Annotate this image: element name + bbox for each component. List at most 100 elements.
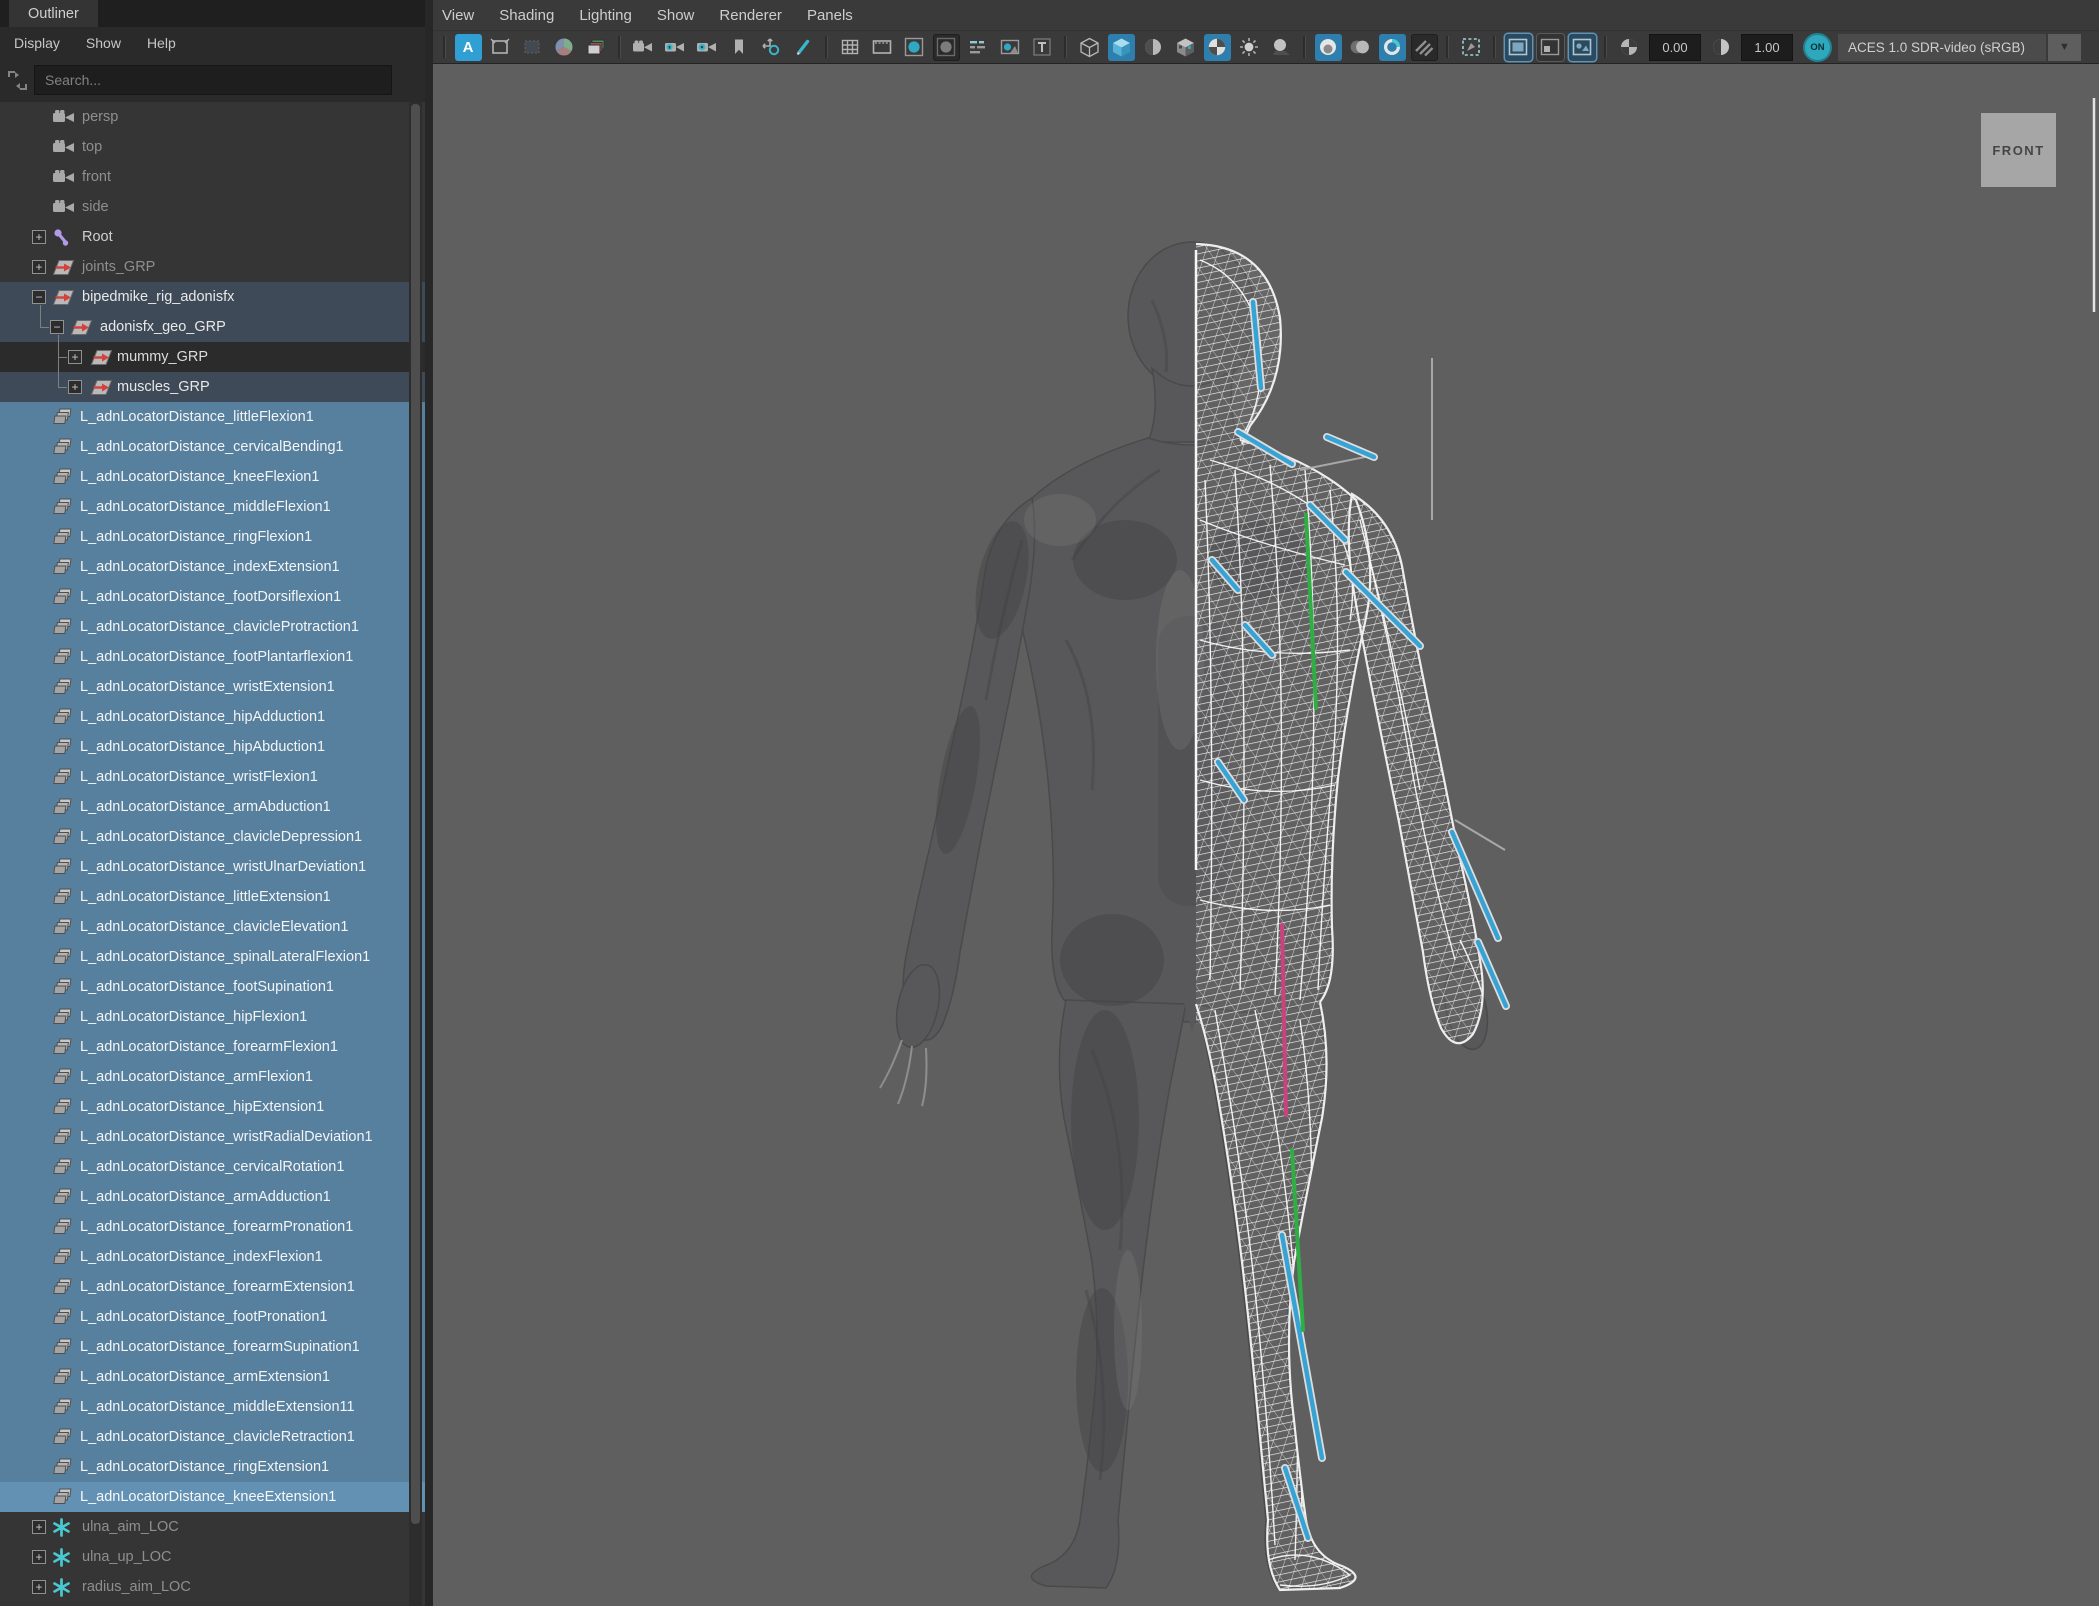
outliner-row[interactable]: L_adnLocatorDistance_clavicleProtraction… xyxy=(0,612,425,642)
viewport-menu-panels[interactable]: Panels xyxy=(807,7,853,24)
stripes-button[interactable] xyxy=(1411,34,1438,61)
outliner-row[interactable]: L_adnLocatorDistance_cervicalBending1 xyxy=(0,432,425,462)
grid-button[interactable] xyxy=(837,34,864,61)
ball-half-button[interactable] xyxy=(1140,34,1167,61)
bookmark-button[interactable] xyxy=(726,34,753,61)
outliner-row[interactable]: front xyxy=(0,162,425,192)
outliner-row[interactable]: −adonisfx_geo_GRP xyxy=(0,312,425,342)
outliner-row[interactable]: L_adnLocatorDistance_indexExtension1 xyxy=(0,552,425,582)
outliner-row[interactable]: L_adnLocatorDistance_ringExtension1 xyxy=(0,1452,425,1482)
grease-pencil-button[interactable] xyxy=(790,34,817,61)
outliner-filter-icon[interactable] xyxy=(0,68,34,93)
view-transform-select[interactable]: ACES 1.0 SDR-video (sRGB) xyxy=(1838,34,2046,61)
outliner-row[interactable]: L_adnLocatorDistance_armAdduction1 xyxy=(0,1182,425,1212)
outliner-row[interactable]: +ulna_up_LOC xyxy=(0,1542,425,1572)
viewport-menu-renderer[interactable]: Renderer xyxy=(719,7,782,24)
outliner-row[interactable]: +mummy_GRP xyxy=(0,342,425,372)
viewport-menu-view[interactable]: View xyxy=(442,7,474,24)
outliner-row[interactable]: L_adnLocatorDistance_forearmExtension1 xyxy=(0,1272,425,1302)
camera-lock-button[interactable] xyxy=(662,34,689,61)
outliner-row[interactable]: +muscles_GRP xyxy=(0,372,425,402)
outliner-row[interactable]: L_adnLocatorDistance_spinalLateralFlexio… xyxy=(0,942,425,972)
ball-square-button[interactable] xyxy=(901,34,928,61)
ball-checker-button[interactable] xyxy=(1204,34,1231,61)
outliner-row[interactable]: side xyxy=(0,192,425,222)
film-stack-button[interactable] xyxy=(583,34,610,61)
outliner-row[interactable]: −bipedmike_rig_adonisfx xyxy=(0,282,425,312)
outliner-row[interactable]: L_adnLocatorDistance_clavicleElevation1 xyxy=(0,912,425,942)
expand-toggle[interactable]: − xyxy=(50,320,64,334)
outliner-row[interactable]: L_adnLocatorDistance_hipAdduction1 xyxy=(0,702,425,732)
outliner-menu-display[interactable]: Display xyxy=(14,35,60,51)
gamma-field[interactable]: 1.00 xyxy=(1741,34,1793,61)
view-transform-dropdown-arrow[interactable]: ▼ xyxy=(2048,34,2081,61)
expand-toggle[interactable]: − xyxy=(32,290,46,304)
letter-t-button[interactable] xyxy=(1029,34,1056,61)
pan-zoom-button[interactable] xyxy=(758,34,785,61)
outliner-row[interactable]: L_adnLocatorDistance_hipAbduction1 xyxy=(0,732,425,762)
ring-ao-button[interactable] xyxy=(1379,34,1406,61)
expand-toggle[interactable]: + xyxy=(32,260,46,274)
color-wheel-button[interactable] xyxy=(551,34,578,61)
exposure-field[interactable]: 0.00 xyxy=(1649,34,1701,61)
search-input[interactable] xyxy=(34,65,392,95)
outliner-menu-help[interactable]: Help xyxy=(147,35,176,51)
expand-toggle[interactable]: + xyxy=(68,380,82,394)
viewport-menu-shading[interactable]: Shading xyxy=(499,7,554,24)
expand-toggle[interactable]: + xyxy=(32,230,46,244)
outliner-row[interactable]: +Root xyxy=(0,222,425,252)
outliner-row[interactable]: L_adnLocatorDistance_footPronation1 xyxy=(0,1302,425,1332)
outliner-row[interactable]: L_adnLocatorDistance_forearmPronation1 xyxy=(0,1212,425,1242)
viewport-menu-lighting[interactable]: Lighting xyxy=(579,7,632,24)
outliner-row[interactable]: L_adnLocatorDistance_wristUlnarDeviation… xyxy=(0,852,425,882)
outliner-row[interactable]: L_adnLocatorDistance_armFlexion1 xyxy=(0,1062,425,1092)
viewport-menu-show[interactable]: Show xyxy=(657,7,695,24)
outliner-row[interactable]: L_adnLocatorDistance_wristFlexion1 xyxy=(0,762,425,792)
outliner-row[interactable]: L_adnLocatorDistance_forearmFlexion1 xyxy=(0,1032,425,1062)
letter-a-button[interactable]: A xyxy=(455,34,482,61)
camera-attrs-button[interactable] xyxy=(694,34,721,61)
outliner-row[interactable]: L_adnLocatorDistance_footPlantarflexion1 xyxy=(0,642,425,672)
expand-toggle[interactable]: + xyxy=(68,350,82,364)
outliner-row[interactable]: L_adnLocatorDistance_cervicalRotation1 xyxy=(0,1152,425,1182)
exposure-icon[interactable] xyxy=(1616,34,1643,61)
outliner-scrollbar[interactable] xyxy=(409,102,422,1606)
outliner-tab[interactable]: Outliner xyxy=(9,0,98,27)
outliner-row[interactable]: L_adnLocatorDistance_clavicleDepression1 xyxy=(0,822,425,852)
outliner-row[interactable]: L_adnLocatorDistance_littleExtension1 xyxy=(0,882,425,912)
image-plane-button[interactable] xyxy=(997,34,1024,61)
outliner-row[interactable]: L_adnLocatorDistance_clavicleRetraction1 xyxy=(0,1422,425,1452)
cube-textured-button[interactable] xyxy=(1172,34,1199,61)
scrollbar-handle[interactable] xyxy=(411,104,420,1524)
gamma-icon[interactable] xyxy=(1708,34,1735,61)
outliner-row[interactable]: L_adnLocatorDistance_littleFlexion1 xyxy=(0,402,425,432)
layout-quad-button[interactable] xyxy=(1569,34,1596,61)
outliner-row[interactable]: L_adnLocatorDistance_indexFlexion1 xyxy=(0,1242,425,1272)
viewport-canvas[interactable]: FRONT xyxy=(433,64,2099,1606)
outliner-row[interactable]: +radius_aim_LOC xyxy=(0,1572,425,1602)
outliner-row[interactable]: L_adnLocatorDistance_footDorsiflexion1 xyxy=(0,582,425,612)
outliner-row[interactable]: L_adnLocatorDistance_forearmSupination1 xyxy=(0,1332,425,1362)
outliner-row[interactable]: persp xyxy=(0,102,425,132)
outliner-row[interactable]: L_adnLocatorDistance_middleExtension11 xyxy=(0,1392,425,1422)
hud-button[interactable] xyxy=(965,34,992,61)
outliner-row[interactable]: L_adnLocatorDistance_hipExtension1 xyxy=(0,1092,425,1122)
film-gate-button[interactable] xyxy=(869,34,896,61)
outliner-row[interactable]: L_adnLocatorDistance_armExtension1 xyxy=(0,1362,425,1392)
isolate-select-button[interactable] xyxy=(1458,34,1485,61)
ball-ssao-button[interactable] xyxy=(1315,34,1342,61)
outliner-row[interactable]: L_adnLocatorDistance_hipFlexion1 xyxy=(0,1002,425,1032)
expand-toggle[interactable]: + xyxy=(32,1520,46,1534)
outliner-row[interactable]: L_adnLocatorDistance_kneeFlexion1 xyxy=(0,462,425,492)
outliner-row[interactable]: L_adnLocatorDistance_wristExtension1 xyxy=(0,672,425,702)
expand-toggle[interactable]: + xyxy=(32,1580,46,1594)
outliner-row[interactable]: L_adnLocatorDistance_kneeExtension1 xyxy=(0,1482,425,1512)
gate-mask-button[interactable] xyxy=(519,34,546,61)
cube-wire-button[interactable] xyxy=(1076,34,1103,61)
outliner-row[interactable]: L_adnLocatorDistance_wristRadialDeviatio… xyxy=(0,1122,425,1152)
outliner-row[interactable]: L_adnLocatorDistance_armAbduction1 xyxy=(0,792,425,822)
outliner-menu-show[interactable]: Show xyxy=(86,35,121,51)
ball-square-off-button[interactable] xyxy=(933,34,960,61)
camera-select-button[interactable] xyxy=(630,34,657,61)
outliner-row[interactable]: +ulna_aim_LOC xyxy=(0,1512,425,1542)
